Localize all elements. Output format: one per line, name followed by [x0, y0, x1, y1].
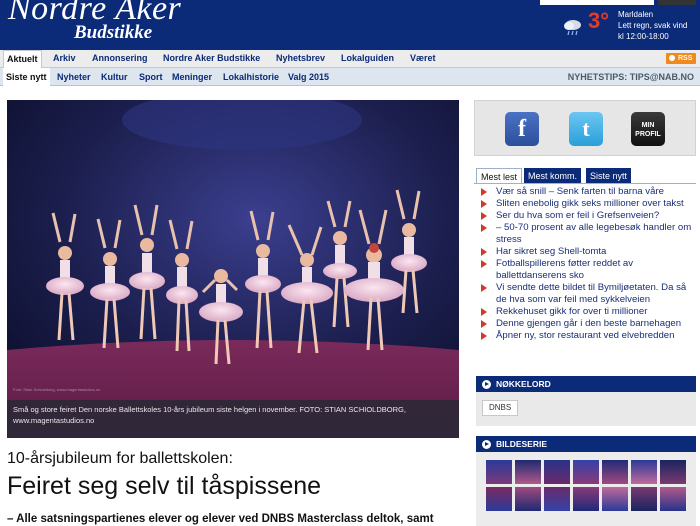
keywords-panel: DNBS	[476, 392, 696, 426]
gallery-thumbnail[interactable]	[631, 460, 657, 484]
article-headline: Feiret seg selv til tåspissene	[7, 472, 322, 500]
subnav-item-sport[interactable]: Sport	[136, 68, 166, 86]
list-item[interactable]: Fotballspillerens føtter reddet av balle…	[478, 258, 696, 282]
gallery-panel	[476, 452, 696, 526]
sub-nav: Siste nytt Nyheter Kultur Sport Meninger…	[0, 68, 700, 86]
photo-credit: Foto: Stian Schioldborg, www.magentastud…	[13, 387, 101, 392]
bullet-arrow-icon	[481, 200, 487, 208]
nav-item-vaeret[interactable]: Været	[407, 50, 439, 68]
tab-divider	[474, 183, 696, 184]
page: Nordre Aker Budstikke 3° Marldalen Lett …	[0, 0, 700, 526]
search-input[interactable]	[540, 0, 654, 5]
weather-conditions: Lett regn, svak vind	[618, 21, 688, 30]
news-tips-link[interactable]: NYHETSTIPS: TIPS@NAB.NO	[568, 68, 694, 86]
subnav-item-meninger[interactable]: Meninger	[169, 68, 215, 86]
gallery-thumbnail[interactable]	[602, 460, 628, 484]
popular-tabs: Mest lest Mest komm. Siste nytt	[474, 168, 696, 184]
search-button[interactable]	[658, 0, 696, 5]
bullet-arrow-icon	[481, 224, 487, 232]
weather-location: Marldalen	[618, 10, 654, 19]
list-item[interactable]: Ser du hva som er feil i Grefsenveien?	[478, 210, 696, 222]
nav-item-nab[interactable]: Nordre Aker Budstikke	[160, 50, 263, 68]
gallery-title: BILDESERIE	[496, 439, 548, 449]
bullet-arrow-icon	[481, 320, 487, 328]
gallery-header: BILDESERIE	[476, 436, 696, 452]
weather-temperature: 3°	[588, 8, 610, 33]
nav-item-arkiv[interactable]: Arkiv	[50, 50, 79, 68]
main-nav: Aktuelt Arkiv Annonsering Nordre Aker Bu…	[0, 50, 700, 69]
gallery-thumbnail[interactable]	[515, 487, 541, 511]
most-read-list: Vær så snill – Senk farten til barna vår…	[478, 186, 696, 342]
weather-time: kl 12:00-18:00	[618, 32, 669, 41]
article-kicker: 10-årsjubileum for ballettskolen:	[7, 450, 233, 467]
subnav-item-valg-2015[interactable]: Valg 2015	[285, 68, 332, 86]
list-item[interactable]: Vær så snill – Senk farten til barna vår…	[478, 186, 696, 198]
gallery-thumbnail[interactable]	[631, 487, 657, 511]
nav-item-annonsering[interactable]: Annonsering	[89, 50, 151, 68]
list-item[interactable]: Vi sendte dette bildet til Bymiljøetaten…	[478, 282, 696, 306]
nav-item-lokalguiden[interactable]: Lokalguiden	[338, 50, 397, 68]
bullet-arrow-icon	[481, 308, 487, 316]
list-item[interactable]: Har sikret seg Shell-tomta	[478, 246, 696, 258]
gallery-thumbnail[interactable]	[544, 487, 570, 511]
subnav-item-siste-nytt[interactable]: Siste nytt	[3, 68, 50, 86]
bullet-arrow-icon	[481, 284, 487, 292]
subnav-item-lokalhistorie[interactable]: Lokalhistorie	[220, 68, 282, 86]
gallery-thumbnail[interactable]	[573, 487, 599, 511]
list-item[interactable]: Rekkehuset gikk for over ti millioner	[478, 306, 696, 318]
gallery-thumbnail[interactable]	[544, 460, 570, 484]
gallery-thumbnail[interactable]	[486, 460, 512, 484]
tab-mest-kommentert[interactable]: Mest komm.	[524, 168, 582, 184]
list-item[interactable]: Sliten enebolig gikk seks millioner over…	[478, 198, 696, 210]
nav-item-aktuelt[interactable]: Aktuelt	[3, 50, 42, 69]
tab-mest-lest[interactable]: Mest lest	[476, 168, 523, 184]
list-item[interactable]: Denne gjengen går i den beste barnehagen	[478, 318, 696, 330]
arrow-right-icon	[482, 380, 491, 389]
profile-label-line2: PROFIL	[635, 131, 661, 138]
my-profile-button[interactable]: MIN PROFIL	[631, 112, 665, 146]
weather-forecast[interactable]: Marldalen Lett regn, svak vind kl 12:00-…	[618, 9, 687, 42]
list-item[interactable]: – 50-70 prosent av alle legebesøk handle…	[478, 222, 696, 246]
keywords-title: NØKKELORD	[496, 379, 551, 389]
gallery-thumbnail[interactable]	[660, 460, 686, 484]
gallery-thumbnail[interactable]	[486, 487, 512, 511]
image-caption: Små og store feiret Den norske Ballettsk…	[7, 400, 459, 438]
masthead: Nordre Aker Budstikke 3° Marldalen Lett …	[0, 0, 700, 50]
bullet-arrow-icon	[481, 212, 487, 220]
gallery-thumbnail[interactable]	[573, 460, 599, 484]
list-item[interactable]: Åpner ny, stor restaurant ved elvebredde…	[478, 330, 696, 342]
keyword-tag[interactable]: DNBS	[482, 400, 519, 416]
social-links-panel: f t MIN PROFIL	[474, 100, 696, 156]
facebook-icon[interactable]: f	[505, 112, 539, 146]
bullet-arrow-icon	[481, 260, 487, 268]
rss-button[interactable]: RSS	[666, 53, 696, 64]
subnav-item-nyheter[interactable]: Nyheter	[54, 68, 94, 86]
twitter-icon[interactable]: t	[569, 112, 603, 146]
site-logo-subtitle[interactable]: Budstikke	[74, 22, 152, 44]
gallery-thumbnail[interactable]	[515, 460, 541, 484]
nav-item-nyhetsbrev[interactable]: Nyhetsbrev	[273, 50, 328, 68]
keywords-header: NØKKELORD	[476, 376, 696, 392]
profile-label-line1: MIN	[641, 122, 655, 129]
tab-siste-nytt[interactable]: Siste nytt	[586, 168, 632, 184]
article-lead: – Alle satsningspartienes elever og elev…	[7, 513, 434, 525]
bullet-arrow-icon	[481, 188, 487, 196]
bullet-arrow-icon	[481, 332, 487, 340]
arrow-right-icon	[482, 440, 491, 449]
rain-cloud-icon	[564, 20, 581, 36]
article-hero-image[interactable]: Foto: Stian Schioldborg, www.magentastud…	[7, 100, 459, 438]
bullet-arrow-icon	[481, 248, 487, 256]
subnav-item-kultur[interactable]: Kultur	[98, 68, 131, 86]
gallery-thumbnail[interactable]	[602, 487, 628, 511]
gallery-thumbnail[interactable]	[660, 487, 686, 511]
